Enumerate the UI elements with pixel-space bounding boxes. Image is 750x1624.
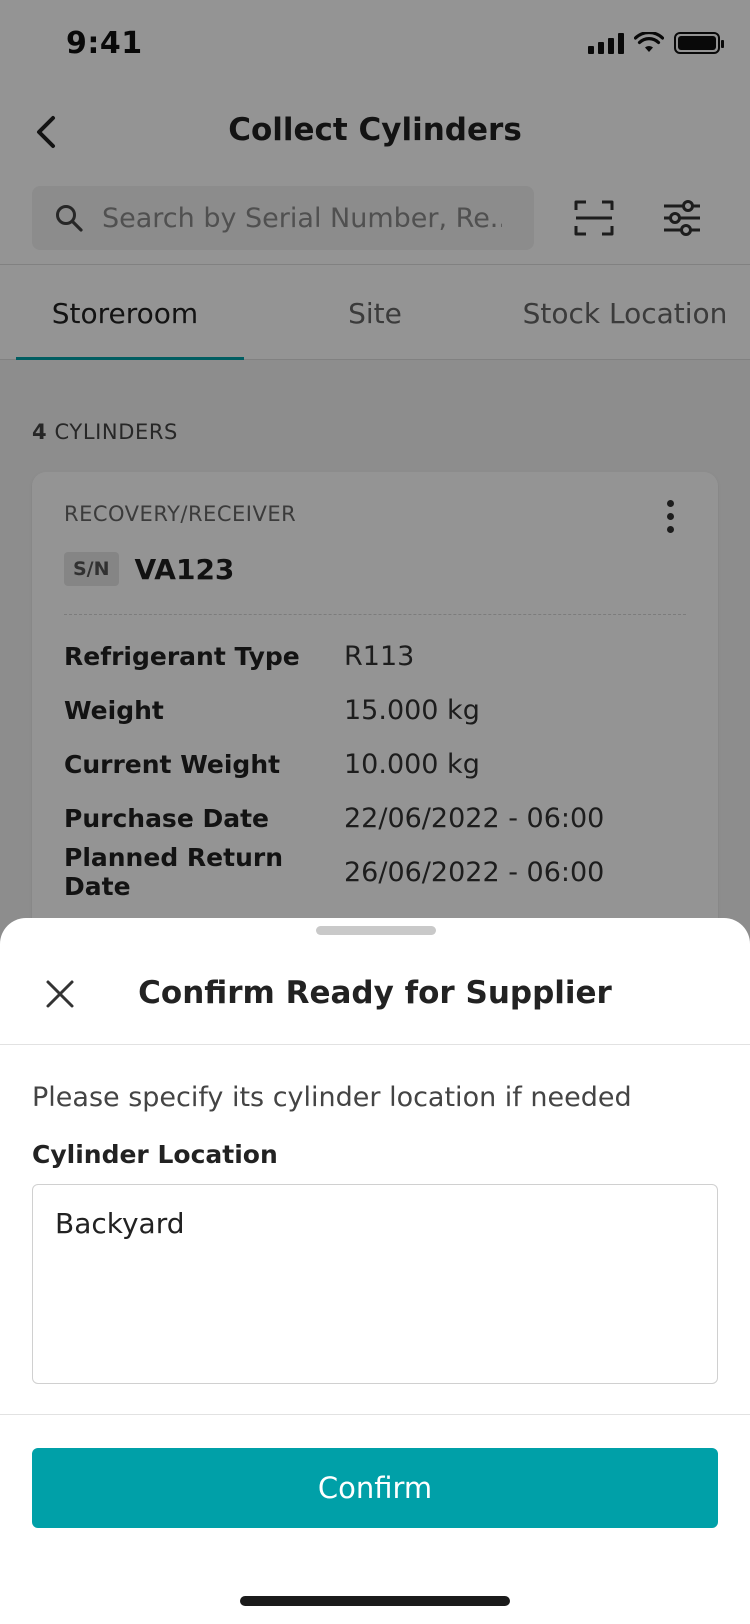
sheet-divider [0,1044,750,1045]
sheet-drag-handle[interactable] [316,926,436,935]
confirm-button[interactable]: Confirm [32,1448,718,1528]
sheet-divider [0,1414,750,1415]
confirm-bottom-sheet: Confirm Ready for Supplier Please specif… [0,918,750,1624]
cylinder-location-input[interactable]: Backyard [32,1184,718,1384]
cylinder-location-label: Cylinder Location [32,1140,278,1169]
sheet-instruction: Please specify its cylinder location if … [32,1082,632,1113]
sheet-title: Confirm Ready for Supplier [138,975,612,1011]
home-indicator [240,1596,510,1606]
app-screen: 9:41 Collect Cylinders Search by Serial … [0,0,750,1624]
